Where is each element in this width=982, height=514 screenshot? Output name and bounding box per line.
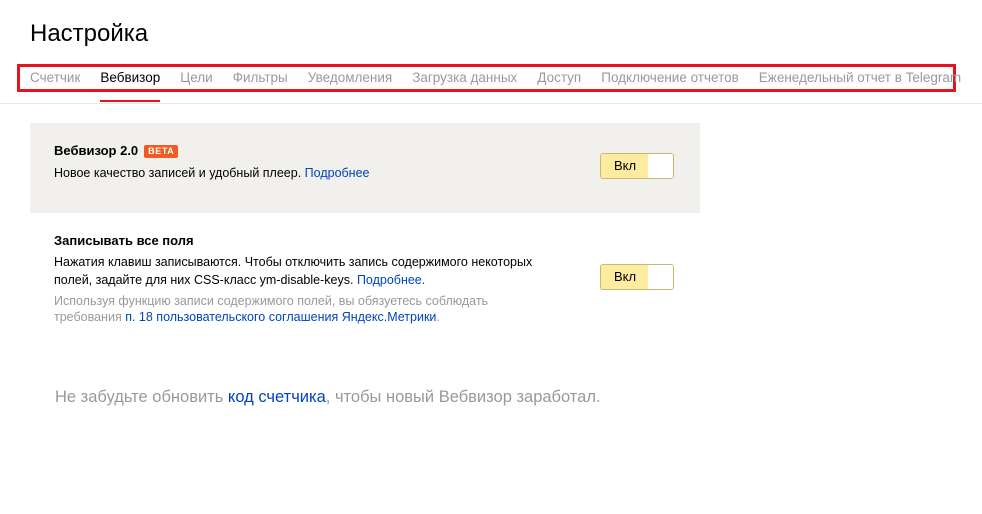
beta-badge: BETA: [144, 144, 179, 158]
webvisor2-more-link[interactable]: Подробнее: [305, 166, 370, 180]
settings-page: Настройка Счетчик Вебвизор Цели Фильтры …: [0, 0, 982, 514]
webvisor2-toggle-label: Вкл: [601, 154, 650, 178]
tab-data-upload[interactable]: Загрузка данных: [412, 68, 517, 88]
record-fields-hint: Используя функцию записи содержимого пол…: [54, 293, 574, 325]
webvisor2-toggle-knob: [648, 154, 673, 178]
tab-filters[interactable]: Фильтры: [233, 68, 288, 88]
record-fields-more-link[interactable]: Подробнее.: [357, 273, 425, 287]
record-fields-description: Нажатия клавиш записываются. Чтобы отклю…: [54, 253, 574, 289]
record-fields-toggle-knob: [648, 265, 673, 289]
tab-goals[interactable]: Цели: [180, 68, 212, 88]
record-fields-hint-prefix: требования: [54, 310, 122, 324]
tab-access[interactable]: Доступ: [537, 68, 581, 88]
tab-report-connection[interactable]: Подключение отчетов: [601, 68, 739, 88]
user-agreement-link[interactable]: п. 18 пользовательского соглашения Яндек…: [125, 310, 436, 324]
record-fields-hint-suffix: .: [436, 310, 440, 324]
webvisor2-description: Новое качество записей и удобный плеер.: [54, 166, 302, 180]
webvisor2-panel: Вебвизор 2.0 BETA Новое качество записей…: [30, 123, 700, 213]
counter-code-link[interactable]: код счетчика: [228, 388, 326, 406]
record-fields-description-line2: полей, задайте для них CSS-класс ym-disa…: [54, 273, 354, 287]
record-fields-hint-line2: требования п. 18 пользовательского согла…: [54, 309, 574, 325]
webvisor2-title: Вебвизор 2.0: [54, 143, 139, 158]
record-fields-title: Записывать все поля: [54, 233, 194, 248]
tabs-bar: Счетчик Вебвизор Цели Фильтры Уведомлени…: [17, 64, 961, 102]
reminder-suffix: , чтобы новый Вебвизор заработал.: [325, 388, 601, 406]
webvisor2-description-row: Новое качество записей и удобный плеер. …: [54, 164, 369, 182]
record-fields-hint-line1: Используя функцию записи содержимого пол…: [54, 294, 489, 308]
webvisor2-toggle[interactable]: Вкл: [600, 153, 674, 179]
record-fields-toggle[interactable]: Вкл: [600, 264, 674, 290]
tab-webvisor[interactable]: Вебвизор: [100, 68, 160, 102]
tabs-divider: [0, 103, 982, 104]
tab-telegram-weekly-report[interactable]: Еженедельный отчет в Telegram: [759, 68, 961, 88]
tab-counter[interactable]: Счетчик: [30, 68, 80, 88]
record-fields-toggle-label: Вкл: [601, 265, 650, 289]
webvisor2-title-row: Вебвизор 2.0 BETA: [54, 143, 369, 159]
record-fields-description-line1: Нажатия клавиш записываются. Чтобы отклю…: [54, 255, 533, 269]
record-fields-section: Записывать все поля Нажатия клавиш запис…: [54, 233, 574, 325]
update-counter-reminder: Не забудьте обновить код счетчика, чтобы…: [55, 386, 601, 408]
tab-notifications[interactable]: Уведомления: [308, 68, 392, 88]
record-fields-description-line2-row: полей, задайте для них CSS-класс ym-disa…: [54, 271, 574, 289]
page-title: Настройка: [30, 20, 149, 47]
reminder-prefix: Не забудьте обновить: [55, 388, 224, 406]
